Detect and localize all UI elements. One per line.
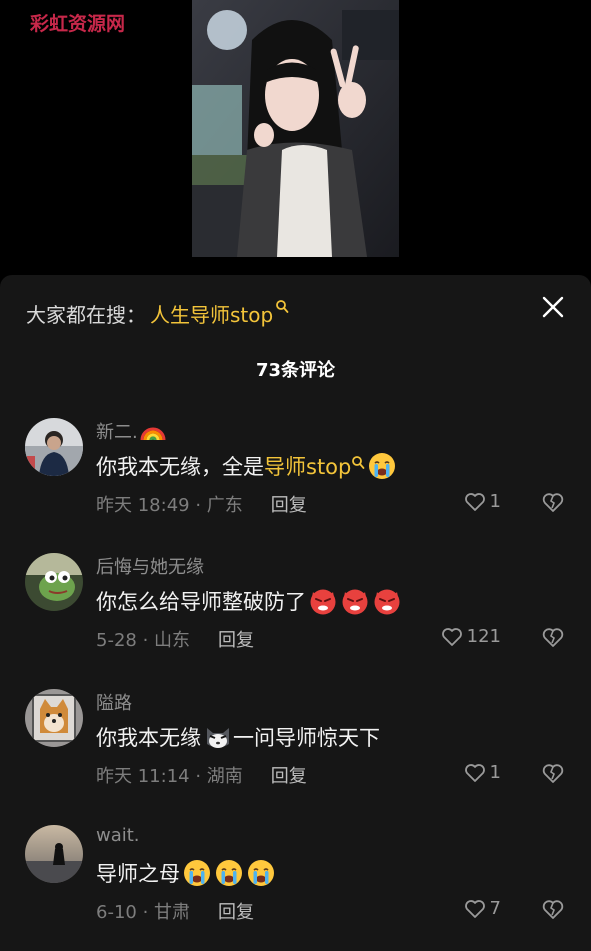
comment-time-location: 昨天 11:14 · 湖南 [96,766,243,787]
username[interactable]: 后悔与她无缘 [96,553,204,579]
reply-button[interactable]: 回复 [218,898,254,924]
comment-count: 73条评论 [255,360,336,381]
comment-text: 你怎么给导师整破防了 [96,586,402,616]
rainbow-emoji [140,420,166,442]
dislike-button[interactable] [541,490,565,514]
broken-heart-icon [542,628,564,647]
dislike-button[interactable] [541,625,565,649]
broken-heart-icon [542,900,564,919]
comment-time-location: 6-10 · 甘肃 [96,902,191,923]
comment-meta: 6-10 · 甘肃 回复 [96,898,254,924]
search-icon [275,299,289,315]
comment-item: 后悔与她无缘 你怎么给导师整破防了 5-28 · 山东 回复 121 [0,553,591,673]
avatar[interactable] [25,825,83,883]
comment-text: 你我本无缘，全是 导师stop [96,451,397,481]
trending-search-term[interactable]: 人生导师stop [150,299,273,328]
cat-face-emoji [203,722,233,752]
like-button[interactable]: 7 [464,898,501,919]
linked-search-term[interactable]: 导师stop [264,451,351,481]
broken-heart-icon [542,764,564,783]
comment-text: 你我本无缘 一问导师惊天下 [96,722,380,752]
screen: 彩虹资源网 大家都在搜： 人生导师stop 73条评论 新二. 你我本无缘，全是… [0,0,591,951]
angry-devil-emoji [340,586,370,616]
like-button[interactable]: 121 [441,626,501,647]
comment-text: 导师之母 [96,858,276,888]
username[interactable]: wait. [96,825,140,846]
loudly-crying-emoji [214,858,244,888]
reply-button[interactable]: 回复 [271,491,307,517]
comment-time-location: 昨天 18:49 · 广东 [96,495,243,516]
like-count: 1 [489,491,501,512]
avatar[interactable] [25,689,83,747]
video-player[interactable] [192,0,399,257]
comment-item: wait. 导师之母 6-10 · 甘肃 回复 7 [0,825,591,945]
comment-meta: 昨天 11:14 · 湖南 回复 [96,762,307,788]
avatar[interactable] [25,553,83,611]
heart-icon [441,627,462,646]
username[interactable]: 隘路 [96,689,132,715]
dislike-button[interactable] [541,761,565,785]
username[interactable]: 新二. [96,418,166,444]
like-count: 1 [489,762,501,783]
heart-icon [464,899,485,918]
comment-meta: 昨天 18:49 · 广东 回复 [96,491,307,517]
like-button[interactable]: 1 [464,762,501,783]
angry-devil-emoji [308,586,338,616]
comment-item: 隘路 你我本无缘 一问导师惊天下 昨天 11:14 · 湖南 回复 1 [0,689,591,809]
avatar[interactable] [25,418,83,476]
loudly-crying-emoji [367,451,397,481]
comment-time-location: 5-28 · 山东 [96,630,191,651]
like-button[interactable]: 1 [464,491,501,512]
like-count: 121 [466,626,501,647]
comment-meta: 5-28 · 山东 回复 [96,626,254,652]
like-count: 7 [489,898,501,919]
heart-icon [464,763,485,782]
reply-button[interactable]: 回复 [271,762,307,788]
close-icon [542,296,564,318]
broken-heart-icon [542,493,564,512]
loudly-crying-emoji [246,858,276,888]
trending-search-bar[interactable]: 大家都在搜： 人生导师stop [26,298,289,328]
angry-devil-emoji [372,586,402,616]
loudly-crying-emoji [182,858,212,888]
close-button[interactable] [536,290,570,324]
dislike-button[interactable] [541,897,565,921]
reply-button[interactable]: 回复 [218,626,254,652]
video-frame-image [192,0,399,257]
watermark-text: 彩虹资源网 [30,13,126,35]
search-icon [351,452,365,469]
comment-item: 新二. 你我本无缘，全是 导师stop 昨天 18:49 · 广东 回复 1 [0,418,591,538]
trending-search-prefix: 大家都在搜： [26,302,146,327]
heart-icon [464,492,485,511]
